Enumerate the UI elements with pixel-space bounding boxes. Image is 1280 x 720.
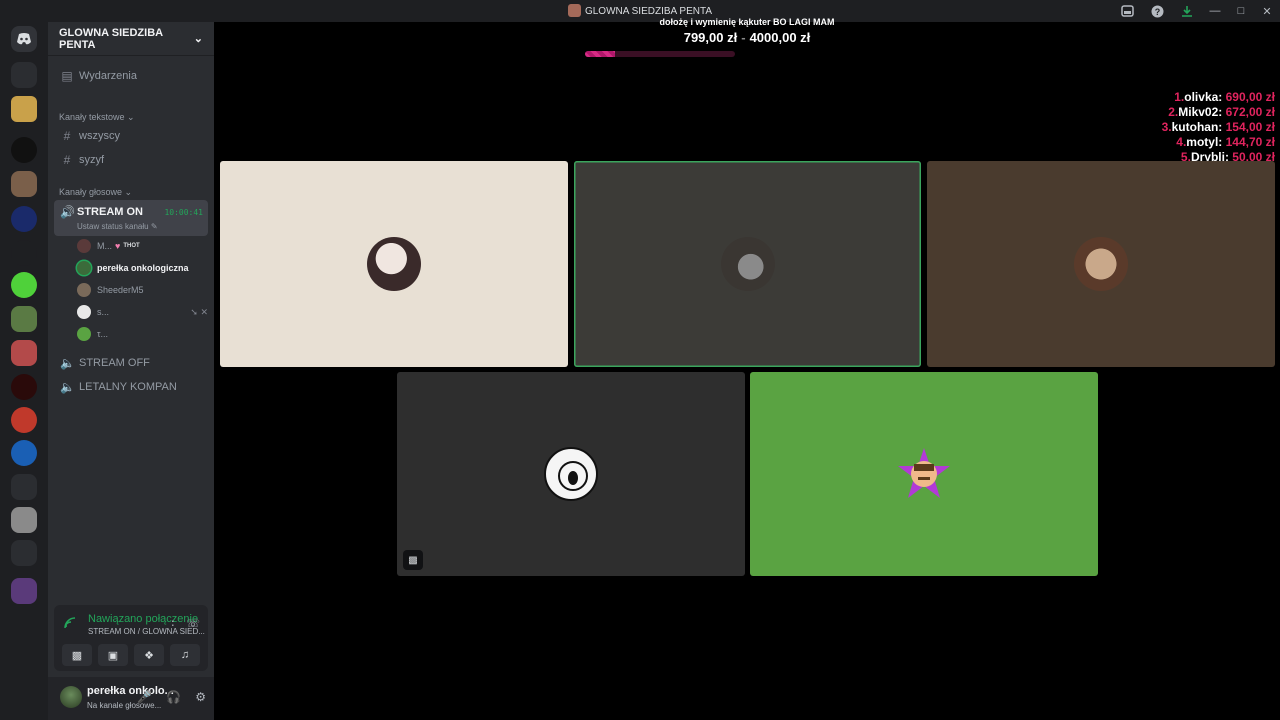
channel-item[interactable]: # wszyscy <box>54 125 208 147</box>
server-icon[interactable] <box>11 306 37 332</box>
soundboard-icon: ♫ <box>180 649 190 661</box>
server-icon[interactable] <box>11 240 37 266</box>
voice-user[interactable]: s... <box>77 302 109 322</box>
server-icon[interactable] <box>11 206 37 232</box>
voice-channel-active[interactable]: 🔊 STREAM ON 10:00:41 Ustaw status kanału… <box>54 200 208 236</box>
headphones-icon[interactable]: 🎧 <box>166 690 181 704</box>
avatar <box>77 283 91 297</box>
donation-goal: dołożę i wymienię kąkuter BO LAGI MAM 79… <box>659 17 835 45</box>
text-category[interactable]: Kanały tekstowe ⌄ <box>59 112 135 123</box>
channel-item[interactable]: # syzyf <box>54 149 208 171</box>
server-icon[interactable] <box>11 171 37 197</box>
hash-icon: # <box>63 153 71 167</box>
camera-off-icon: ▩ <box>71 649 83 662</box>
avatar <box>720 237 775 291</box>
speaker-icon: 🔊 <box>60 205 75 219</box>
avatar <box>367 237 421 291</box>
chevron-down-icon: ⌄ <box>193 33 203 45</box>
participant-tile[interactable] <box>220 161 568 367</box>
server-icon[interactable] <box>11 340 37 366</box>
calendar-icon: ▤ <box>61 69 73 83</box>
voice-user[interactable]: M... ♥ THOT <box>77 236 140 256</box>
voice-user[interactable]: SheederM5 <box>77 280 144 300</box>
window-title: GLOWNA SIEDZIBA PENTA <box>0 4 1280 17</box>
server-icon[interactable] <box>11 507 37 533</box>
avatar <box>544 447 598 501</box>
voice-stage: dołożę i wymienię kąkuter BO LAGI MAM 79… <box>214 17 1280 720</box>
avatar <box>77 327 91 341</box>
participant-tile-speaking[interactable] <box>574 161 921 367</box>
server-icon[interactable] <box>11 407 37 433</box>
signal-icon <box>64 617 76 632</box>
avatar <box>894 444 954 504</box>
svg-text:?: ? <box>1154 7 1160 17</box>
server-icon[interactable] <box>11 540 37 566</box>
donation-leaderboard: 1.olivka: 690,00 zł 2.Mikv02: 672,00 zł … <box>1162 90 1275 165</box>
connection-panel: Nawiązano połączenie STREAM ON / GLOWNA … <box>54 605 208 671</box>
leaderboard-row: 2.Mikv02: 672,00 zł <box>1168 105 1275 119</box>
participant-tile[interactable] <box>927 161 1275 367</box>
screen-share-icon: ▣ <box>107 649 119 662</box>
server-icon[interactable] <box>11 96 37 122</box>
server-rail <box>0 22 48 720</box>
server-icon <box>567 4 581 17</box>
discord-icon[interactable] <box>11 26 37 52</box>
voice-channel[interactable]: 🔈 LETALNY KOMPAN <box>54 376 208 398</box>
speaker-icon: 🔈 <box>60 380 75 394</box>
server-icon[interactable] <box>11 137 37 163</box>
server-icon[interactable] <box>11 578 37 604</box>
avatar <box>77 239 91 253</box>
leaderboard-row: 3.kutohan: 154,00 zł <box>1161 120 1275 134</box>
voice-channel[interactable]: 🔈 STREAM OFF <box>54 352 208 374</box>
avatar <box>1074 237 1128 291</box>
soundboard-button[interactable]: ♫ <box>170 644 200 666</box>
channel-status[interactable]: Ustaw status kanału ✎ <box>77 222 158 231</box>
server-icon[interactable] <box>11 272 37 298</box>
heart-icon: ♥ <box>115 241 121 251</box>
voice-user[interactable]: perełka onkologiczna <box>77 258 189 278</box>
avatar[interactable] <box>60 686 82 708</box>
disconnect-icon[interactable]: ☏ <box>186 617 200 630</box>
camera-button[interactable]: ▩ <box>62 644 92 666</box>
avatar <box>77 305 91 319</box>
noise-suppression-icon[interactable]: ∶ <box>171 617 174 630</box>
avatar <box>77 261 91 275</box>
mute-status-icons: ➘ ✕ <box>190 307 208 317</box>
screen-share-button[interactable]: ▣ <box>98 644 128 666</box>
activities-icon: ❖ <box>144 649 154 662</box>
leaderboard-row: 4.motyl: 144,70 zł <box>1176 135 1275 149</box>
events-item[interactable]: ▤ Wydarzenia <box>54 65 208 87</box>
server-icon[interactable] <box>11 440 37 466</box>
voice-category[interactable]: Kanały głosowe ⌄ <box>59 187 132 198</box>
activities-button[interactable]: ❖ <box>134 644 164 666</box>
server-icon[interactable] <box>11 62 37 88</box>
hash-icon: # <box>63 129 71 143</box>
participant-tile[interactable]: ▩ <box>397 372 745 576</box>
participant-tile[interactable] <box>750 372 1098 576</box>
leaderboard-row: 1.olivka: 690,00 zł <box>1174 90 1275 104</box>
speaker-icon: 🔈 <box>60 356 75 370</box>
server-icon[interactable] <box>11 374 37 400</box>
gear-icon[interactable]: ⚙ <box>195 690 206 704</box>
goal-progress-fill <box>585 51 615 57</box>
channel-sidebar: GLOWNA SIEDZIBA PENTA ⌄ ▤ Wydarzenia Kan… <box>48 22 214 720</box>
goal-progress-bar <box>585 51 735 57</box>
user-panel: perełka onkolo... Na kanale głosowe... 🎤… <box>48 677 214 720</box>
guild-header[interactable]: GLOWNA SIEDZIBA PENTA ⌄ <box>48 22 214 56</box>
microphone-icon[interactable]: 🎤 <box>137 690 152 704</box>
camera-off-icon: ▩ <box>403 550 423 570</box>
server-icon[interactable] <box>11 474 37 500</box>
voice-user[interactable]: τ... <box>77 324 108 344</box>
